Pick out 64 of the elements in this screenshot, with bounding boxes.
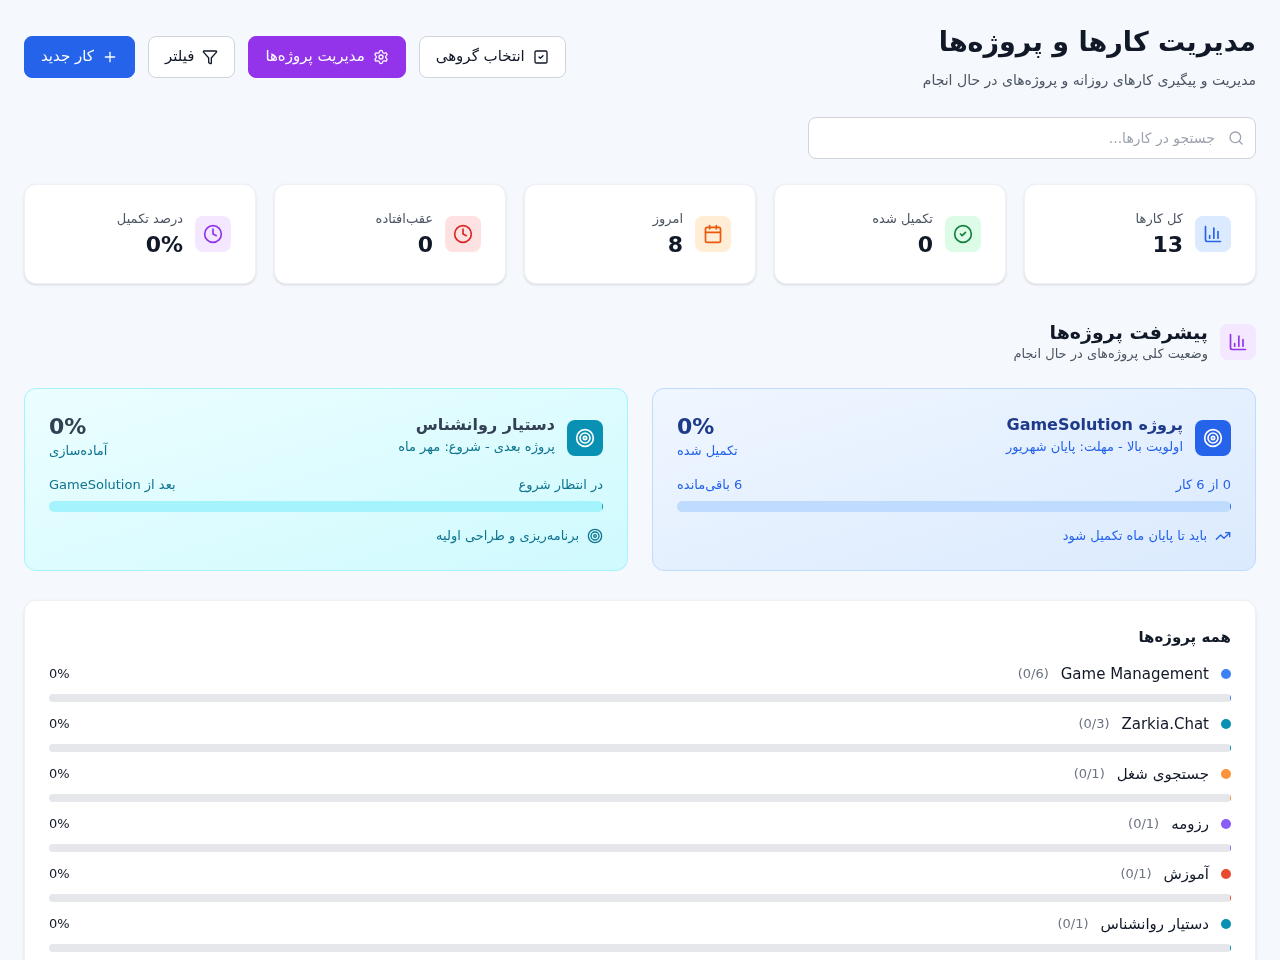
project-percent: 0% bbox=[49, 915, 70, 933]
manage-projects-button[interactable]: مدیریت پروژه‌ها bbox=[248, 35, 406, 78]
project-note: برنامه‌ریزی و طراحی اولیه bbox=[436, 527, 579, 546]
checkbox-icon bbox=[532, 48, 549, 65]
page-title: مدیریت کارها و پروژه‌ها bbox=[938, 25, 1256, 60]
stat-value: 0 bbox=[917, 231, 933, 259]
stat-label: درصد تکمیل bbox=[116, 210, 183, 228]
section-title: پیشرفت پروژه‌ها bbox=[1049, 320, 1208, 344]
project-percent: 0% bbox=[49, 765, 70, 783]
stat-value: 8 bbox=[667, 231, 683, 259]
bar-chart-icon bbox=[1195, 216, 1231, 252]
progress-label: 0 از 6 کار bbox=[1175, 476, 1231, 495]
progress-note: بعد از GameSolution bbox=[49, 476, 176, 495]
clock-icon bbox=[445, 216, 481, 252]
calendar-icon bbox=[695, 216, 731, 252]
project-percent: 0% bbox=[49, 715, 70, 733]
page-subtitle: مدیریت و پیگیری کارهای روزانه و پروژه‌های در حال انجام bbox=[922, 71, 1256, 90]
project-percent: 0% bbox=[49, 865, 70, 883]
project-name: رزومه bbox=[1171, 814, 1209, 834]
search-icon bbox=[1228, 130, 1244, 146]
stat-label: تکمیل شده bbox=[872, 210, 933, 228]
clock-icon bbox=[195, 216, 231, 252]
task-count: (0/1) bbox=[1128, 815, 1160, 833]
section-subtitle: وضعیت کلی پروژه‌های در حال انجام bbox=[1013, 345, 1208, 364]
project-name: Zarkia.Chat bbox=[1121, 714, 1209, 734]
target-icon bbox=[1195, 420, 1231, 456]
project-name: آموزش bbox=[1163, 864, 1209, 884]
task-count: (0/6) bbox=[1017, 665, 1049, 683]
stat-value: 0% bbox=[145, 231, 183, 259]
project-title: دستیار روانشناس bbox=[415, 414, 555, 436]
filter-icon bbox=[202, 48, 219, 65]
project-title: پروژه GameSolution bbox=[1006, 414, 1183, 437]
stat-label: امروز bbox=[652, 210, 683, 229]
stat-value: 13 bbox=[1152, 231, 1183, 259]
project-percent: 0% bbox=[49, 413, 87, 441]
project-name: دستیار روانشناس bbox=[1100, 914, 1209, 934]
stat-label: عقب‌افتاده bbox=[375, 210, 433, 228]
project-name: Game Management bbox=[1060, 664, 1209, 684]
project-note: باید تا پایان ماه تکمیل شود bbox=[1062, 527, 1207, 546]
new-task-button[interactable]: کار جدید bbox=[24, 35, 135, 78]
task-count: (0/1) bbox=[1120, 865, 1152, 883]
project-status: آماده‌سازی bbox=[49, 441, 108, 460]
task-count: (0/3) bbox=[1078, 715, 1110, 733]
project-percent: 0% bbox=[49, 815, 70, 833]
bar-chart-icon bbox=[1220, 324, 1256, 360]
card-title: همه پروژه‌ها bbox=[1137, 627, 1231, 648]
stat-label: کل کارها bbox=[1135, 210, 1183, 229]
project-subtitle: اولویت بالا - مهلت: پایان شهریور bbox=[1005, 438, 1183, 457]
search-field[interactable]: جستجو در کارها... bbox=[808, 117, 1256, 159]
filter-button[interactable]: فیلتر bbox=[147, 35, 236, 78]
progress-note: 6 باقی‌مانده bbox=[677, 476, 743, 494]
project-subtitle: پروژه بعدی - شروع: مهر ماه bbox=[398, 438, 555, 457]
project-name: جستجوی شغل bbox=[1116, 764, 1209, 784]
project-percent: 0% bbox=[49, 665, 70, 683]
bulk-select-button[interactable]: انتخاب گروهی bbox=[418, 35, 566, 78]
project-percent: 0% bbox=[677, 413, 715, 441]
task-count: (0/1) bbox=[1073, 765, 1105, 783]
progress-label: در انتظار شروع bbox=[518, 476, 603, 495]
settings-icon bbox=[372, 48, 389, 65]
project-status: تکمیل شده bbox=[677, 442, 738, 460]
stat-value: 0 bbox=[417, 231, 433, 259]
target-icon bbox=[587, 528, 603, 544]
target-icon bbox=[567, 420, 603, 456]
task-count: (0/1) bbox=[1057, 915, 1089, 933]
